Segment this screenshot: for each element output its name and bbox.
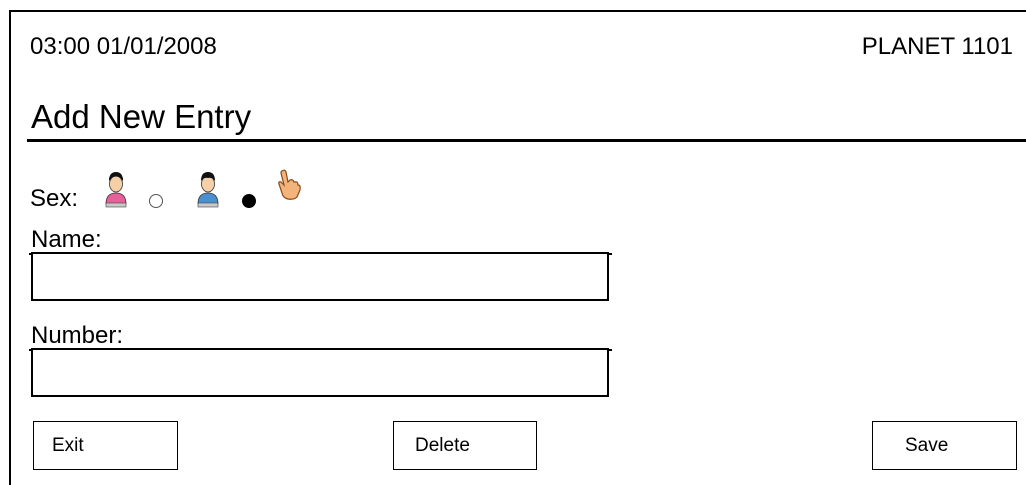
delete-button-label: Delete [415, 434, 470, 456]
male-radio[interactable] [242, 194, 256, 208]
female-person-icon [105, 171, 127, 209]
sex-selector: Sex: [30, 169, 430, 212]
exit-button[interactable]: Exit [33, 421, 178, 470]
save-button[interactable]: Save [872, 421, 1017, 470]
title-divider [27, 139, 1026, 142]
delete-button[interactable]: Delete [393, 421, 537, 470]
page-title: Add New Entry [31, 98, 252, 135]
save-button-label: Save [905, 434, 949, 456]
female-radio[interactable] [149, 194, 163, 208]
pointing-hand-icon [276, 169, 302, 201]
device-name: PLANET 1101 [861, 33, 1013, 60]
male-person-icon [197, 171, 219, 209]
clock-datetime: 03:00 01/01/2008 [30, 33, 217, 60]
name-label: Name: [29, 226, 610, 255]
number-field[interactable] [31, 348, 609, 397]
window-frame [9, 10, 1026, 485]
exit-button-label: Exit [52, 434, 84, 456]
name-field[interactable] [31, 252, 609, 301]
sex-label: Sex: [30, 185, 79, 212]
number-label: Number: [28, 322, 613, 351]
